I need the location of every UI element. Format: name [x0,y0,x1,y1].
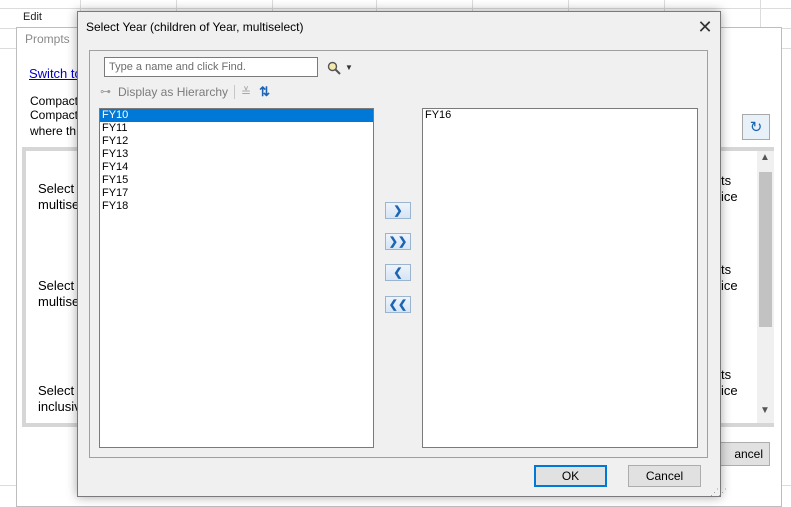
close-icon: ✕ [697,17,713,37]
remove-all-button[interactable]: ❮❮ [385,296,411,313]
find-button[interactable]: ▼ [327,59,361,76]
list-item[interactable]: FY15 [100,174,373,187]
double-chevron-right-icon: ❯❯ [388,236,408,248]
list-item[interactable]: FY18 [100,200,373,213]
selected-members-list[interactable]: FY16 [422,108,698,448]
ok-button[interactable]: OK [534,465,607,487]
sort-icon[interactable]: ⇅ [259,84,270,100]
chevron-right-icon: ❯ [393,205,403,217]
scroll-down-icon[interactable]: ▼ [760,405,770,416]
hierarchy-icon: ⊶ [100,86,111,98]
prompt-right-label-3: ts ice [721,367,738,398]
compact-text-1: Compact [30,94,79,108]
prompt-scrollbar[interactable]: ▲ ▼ [757,151,774,423]
refresh-icon: ↻ [749,119,763,136]
prompt-right-label-1: ts ice [721,173,738,204]
list-item[interactable]: FY11 [100,122,373,135]
compact-text-3: where th [30,124,77,138]
cancel-button[interactable]: Cancel [628,465,701,487]
list-item[interactable]: FY16 [423,109,697,122]
chevron-down-icon[interactable]: ▼ [345,63,353,72]
prompts-title: Prompts [25,32,70,46]
grid-line [0,8,791,9]
available-members-list[interactable]: FY10 FY11 FY12 FY13 FY14 FY15 FY17 FY18 [99,108,374,448]
list-item[interactable]: FY13 [100,148,373,161]
switch-link[interactable]: Switch to [29,66,82,81]
chevron-left-icon: ❮ [393,267,403,279]
member-selector-panel: ▼ ⊶ Display as Hierarchy ≚ ⇅ FY10 FY11 F… [89,50,708,458]
menu-edit[interactable]: Edit [23,11,42,23]
list-item[interactable]: FY17 [100,187,373,200]
prompt-right-label-2: ts ice [721,262,738,293]
refresh-button[interactable]: ↻ [742,114,770,140]
double-chevron-left-icon: ❮❮ [388,299,408,311]
add-selected-button[interactable]: ❯ [385,202,411,219]
selector-toolbar: ⊶ Display as Hierarchy ≚ ⇅ [100,82,290,102]
scroll-thumb[interactable] [759,172,772,327]
select-year-dialog: Select Year (children of Year, multisele… [77,11,727,497]
toolbar-divider [234,85,236,99]
list-item[interactable]: FY10 [100,109,373,122]
close-button[interactable]: ✕ [694,16,716,38]
remove-selected-button[interactable]: ❮ [385,264,411,281]
add-all-button[interactable]: ❯❯ [385,233,411,250]
search-input[interactable] [104,57,318,77]
search-icon [327,61,341,75]
list-item[interactable]: FY14 [100,161,373,174]
collapse-all-icon[interactable]: ≚ [241,85,251,99]
compact-text-2: Compact [30,108,79,122]
resize-grip-icon[interactable]: ⋰⋰ [710,487,727,498]
list-item[interactable]: FY12 [100,135,373,148]
dialog-title: Select Year (children of Year, multisele… [86,20,304,34]
scroll-up-icon[interactable]: ▲ [760,152,770,163]
display-as-hierarchy-button[interactable]: Display as Hierarchy [118,85,228,99]
